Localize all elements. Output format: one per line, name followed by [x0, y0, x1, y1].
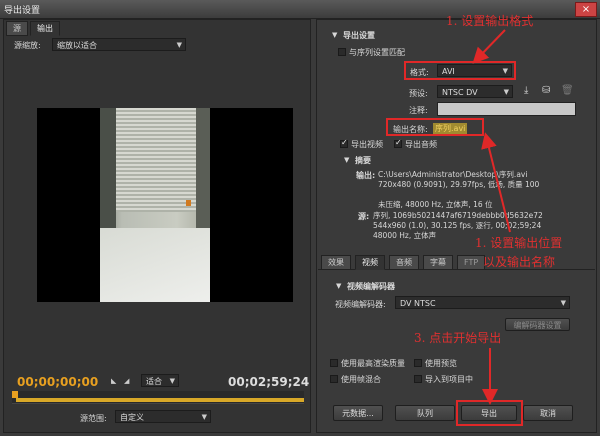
arrow-step1 [472, 29, 506, 64]
arrow-step2 [481, 132, 511, 233]
annotation-arrows [472, 29, 511, 405]
